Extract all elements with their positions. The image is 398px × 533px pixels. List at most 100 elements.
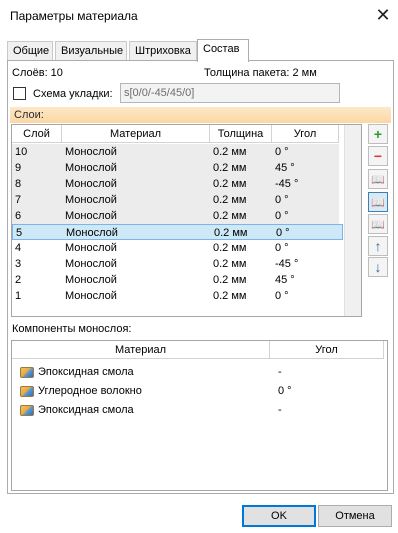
remove-layer-button[interactable]: −: [368, 146, 388, 166]
layer-row[interactable]: 4 Монослой 0.2 мм 0 °: [12, 240, 343, 256]
layer-material-cell: Монослой: [62, 176, 210, 192]
component-row[interactable]: Эпоксидная смола -: [20, 363, 380, 381]
layer-number-cell: 1: [15, 290, 22, 302]
plus-icon: +: [373, 126, 383, 142]
component-angle-cell: 0 °: [278, 385, 292, 397]
layer-number-cell: 8: [12, 176, 62, 192]
window-title: Параметры материала: [10, 9, 138, 23]
layer-thickness-cell: 0.2 мм: [213, 290, 247, 302]
layer-count: Слоёв: 10: [12, 67, 63, 79]
layer-angle-cell: 0 °: [272, 208, 339, 224]
material-icon: [20, 385, 34, 397]
layer-thickness-cell: 0.2 мм: [210, 144, 272, 160]
material-icon: [20, 404, 34, 416]
layers-scrollbar[interactable]: [344, 125, 361, 316]
layer-material-cell: Монослой: [62, 144, 210, 160]
tab-general[interactable]: Общие: [7, 41, 53, 61]
cancel-button[interactable]: Отмена: [318, 505, 392, 527]
layer-angle-cell: 45 °: [272, 160, 339, 176]
column-header-layer[interactable]: Слой: [12, 125, 62, 143]
layer-number-cell: 9: [12, 160, 62, 176]
layer-angle-cell: -45 °: [275, 258, 299, 270]
layer-row[interactable]: 3 Монослой 0.2 мм -45 °: [12, 256, 343, 272]
minus-icon: −: [373, 148, 383, 164]
layer-material-cell: Монослой: [62, 192, 210, 208]
column-header-thickness[interactable]: Толщина: [210, 125, 272, 143]
layup-scheme-label: Схема укладки:: [33, 88, 113, 100]
layer-angle-cell: 45 °: [275, 274, 295, 286]
component-row[interactable]: Эпоксидная смола -: [20, 401, 380, 419]
close-icon[interactable]: ✕: [370, 2, 396, 28]
tab-visual[interactable]: Визуальные: [55, 41, 127, 61]
layer-row[interactable]: 5 Монослой 0.2 мм 0 °: [12, 224, 343, 240]
layer-material-cell: Монослой: [66, 227, 118, 239]
tab-composition[interactable]: Состав: [197, 39, 249, 62]
add-layer-button[interactable]: +: [368, 124, 388, 144]
layer-thickness-cell: 0.2 мм: [210, 160, 272, 176]
layer-angle-cell: 0 °: [275, 242, 289, 254]
component-material-cell: Эпоксидная смола: [38, 366, 134, 378]
composition-panel: Слоёв: 10 Толщина пакета: 2 мм Схема укл…: [7, 60, 394, 494]
book-right-icon: 📖: [371, 218, 385, 231]
components-table: Материал Угол Эпоксидная смола - Углеродно…: [11, 340, 388, 491]
column-header-material[interactable]: Материал: [62, 125, 210, 143]
layer-row[interactable]: 1 Монослой 0.2 мм 0 °: [12, 288, 343, 304]
book-open-icon: 📖: [371, 196, 385, 209]
layer-row[interactable]: 8 Монослой 0.2 мм -45 °: [12, 176, 343, 192]
material-icon: [20, 366, 34, 378]
layer-thickness-cell: 0.2 мм: [214, 227, 248, 239]
layer-material-cell: Монослой: [62, 208, 210, 224]
layer-number-cell: 10: [12, 144, 62, 160]
layer-row[interactable]: 6 Монослой 0.2 мм 0 °: [12, 208, 343, 224]
arrow-down-icon: ↓: [374, 259, 382, 275]
move-down-button[interactable]: ↓: [368, 257, 388, 277]
arrow-up-icon: ↑: [374, 238, 382, 254]
flip-layer-both-button[interactable]: 📖: [368, 192, 388, 212]
flip-layer-right-button[interactable]: 📖: [368, 214, 388, 234]
layer-row[interactable]: 10 Монослой 0.2 мм 0 °: [12, 144, 343, 160]
ok-button[interactable]: OK: [242, 505, 316, 527]
column-header-angle[interactable]: Угол: [272, 125, 339, 143]
layer-material-cell: Монослой: [62, 160, 210, 176]
layer-thickness-cell: 0.2 мм: [213, 274, 247, 286]
layer-number-cell: 2: [15, 274, 22, 286]
layer-angle-cell: 0 °: [272, 144, 339, 160]
layup-scheme-checkbox[interactable]: [13, 87, 26, 100]
layer-thickness-cell: 0.2 мм: [213, 242, 247, 254]
layer-row[interactable]: 2 Монослой 0.2 мм 45 °: [12, 272, 343, 288]
layer-material-cell: Монослой: [65, 290, 117, 302]
tab-hatching[interactable]: Штриховка: [129, 41, 197, 61]
layer-thickness-cell: 0.2 мм: [210, 176, 272, 192]
layer-angle-cell: 0 °: [272, 192, 339, 208]
layer-number-cell: 4: [15, 242, 22, 254]
components-column-material[interactable]: Материал: [12, 341, 270, 359]
layer-number-cell: 3: [15, 258, 22, 270]
layer-angle-cell: 0 °: [275, 290, 289, 302]
component-material-cell: Углеродное волокно: [38, 385, 142, 397]
layer-material-cell: Монослой: [65, 258, 117, 270]
component-angle-cell: -: [278, 404, 282, 416]
component-row[interactable]: Углеродное волокно 0 °: [20, 382, 380, 400]
layers-section-header: Слои:: [10, 107, 391, 123]
components-label: Компоненты монослоя:: [12, 323, 132, 335]
package-thickness: Толщина пакета: 2 мм: [204, 67, 317, 79]
component-angle-cell: -: [278, 366, 282, 378]
layup-scheme-input[interactable]: s[0/0/-45/45/0]: [120, 83, 340, 103]
move-up-button[interactable]: ↑: [368, 236, 388, 256]
flip-layer-left-button[interactable]: 📖: [368, 169, 388, 189]
layer-number-cell: 6: [12, 208, 62, 224]
layer-thickness-cell: 0.2 мм: [210, 192, 272, 208]
layer-material-cell: Монослой: [65, 242, 117, 254]
layer-number-cell: 5: [16, 227, 23, 239]
layer-material-cell: Монослой: [65, 274, 117, 286]
book-left-icon: 📖: [371, 173, 385, 186]
layer-angle-cell: 0 °: [276, 227, 290, 239]
component-material-cell: Эпоксидная смола: [38, 404, 134, 416]
layer-row[interactable]: 9 Монослой 0.2 мм 45 °: [12, 160, 343, 176]
layers-table: Слой Материал Толщина Угол 10 Монослой 0.2…: [11, 124, 362, 317]
components-column-angle[interactable]: Угол: [270, 341, 384, 359]
layer-thickness-cell: 0.2 мм: [213, 258, 247, 270]
layer-thickness-cell: 0.2 мм: [210, 208, 272, 224]
layer-angle-cell: -45 °: [272, 176, 339, 192]
layer-row[interactable]: 7 Монослой 0.2 мм 0 °: [12, 192, 343, 208]
